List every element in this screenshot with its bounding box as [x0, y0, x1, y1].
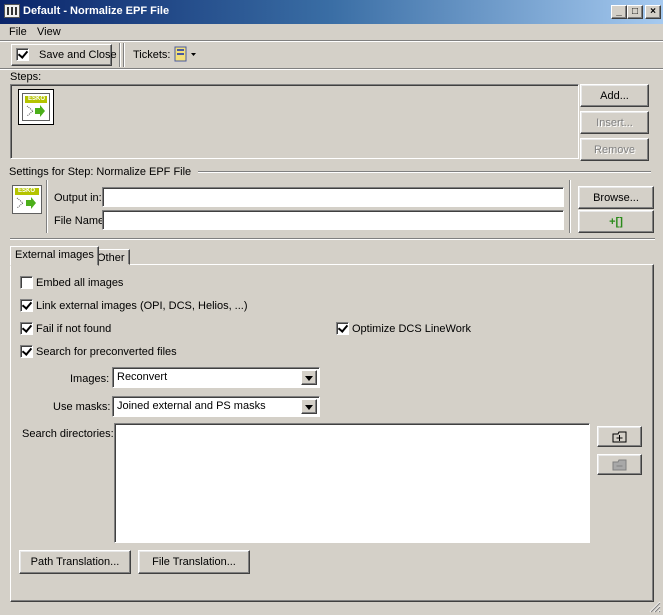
add-folder-icon [612, 431, 626, 442]
images-select[interactable]: Reconvert [112, 367, 320, 388]
search-directories-list[interactable] [114, 423, 590, 543]
insert-step-button[interactable]: Insert... [580, 111, 649, 134]
settings-header-divider [198, 171, 651, 173]
settings-icon-divider [46, 180, 48, 233]
embed-all-images-checkbox[interactable] [20, 276, 33, 289]
search-directories-label: Search directories: [22, 428, 114, 440]
link-external-images-label: Link external images (OPI, DCS, Helios, … [36, 300, 248, 312]
step-normalize-epf[interactable]: ESKO [18, 89, 54, 125]
save-check-icon [16, 48, 29, 61]
steps-label: Steps: [10, 71, 42, 83]
fail-if-not-found-checkbox[interactable] [20, 322, 33, 335]
menu-file[interactable]: File [9, 26, 27, 38]
toolbar-divider [119, 43, 121, 67]
toolbar-bottom-divider [0, 68, 663, 70]
resize-grip-icon[interactable] [648, 600, 661, 613]
search-preconverted-label: Search for preconverted files [36, 346, 177, 358]
use-masks-label: Use masks: [53, 401, 111, 413]
remove-directory-button[interactable] [597, 454, 642, 475]
output-in-label: Output in: [54, 192, 102, 204]
chevron-down-icon[interactable] [301, 370, 317, 385]
link-external-images-checkbox[interactable] [20, 299, 33, 312]
save-and-close-button[interactable]: Save and Close [11, 44, 117, 66]
search-preconverted-checkbox[interactable] [20, 345, 33, 358]
optimize-dcs-checkbox[interactable] [336, 322, 349, 335]
optimize-dcs-label: Optimize DCS LineWork [352, 323, 471, 335]
chevron-down-icon[interactable] [301, 399, 317, 414]
close-button[interactable]: × [645, 5, 661, 19]
tab-external-images[interactable]: External images [10, 246, 99, 266]
ticket-icon [174, 46, 196, 62]
embed-all-images-label: Embed all images [36, 277, 124, 289]
tickets-label: Tickets: [133, 49, 171, 61]
file-translation-button[interactable]: File Translation... [138, 550, 250, 574]
settings-fields-divider [569, 180, 571, 233]
title-bar[interactable]: Default - Normalize EPF File _ □ × [0, 0, 663, 24]
maximize-button[interactable]: □ [627, 5, 643, 19]
menu-view[interactable]: View [37, 26, 61, 38]
path-translation-button[interactable]: Path Translation... [19, 550, 131, 574]
steps-list[interactable]: ESKO [10, 84, 579, 159]
app-icon [4, 4, 20, 18]
smartname-button[interactable]: +[] [578, 210, 654, 233]
browse-button[interactable]: Browse... [578, 186, 654, 209]
file-name-field[interactable] [102, 210, 564, 230]
remove-folder-icon [612, 459, 626, 470]
file-name-label: File Name: [54, 215, 108, 227]
tickets-dropdown[interactable] [174, 46, 198, 62]
window-title: Default - Normalize EPF File [23, 5, 170, 17]
images-select-value: Reconvert [117, 371, 168, 383]
use-masks-select-value: Joined external and PS masks [117, 400, 266, 412]
images-label: Images: [70, 373, 110, 385]
normalize-step-icon: ESKO [22, 93, 50, 121]
fail-if-not-found-label: Fail if not found [36, 323, 112, 335]
add-step-button[interactable]: Add... [580, 84, 649, 107]
minimize-button[interactable]: _ [611, 5, 627, 19]
save-and-close-label: Save and Close [39, 49, 117, 61]
use-masks-select[interactable]: Joined external and PS masks [112, 396, 320, 417]
menu-divider [0, 40, 663, 42]
settings-step-icon: ESKO [12, 185, 42, 214]
remove-step-button[interactable]: Remove [580, 138, 649, 161]
add-directory-button[interactable] [597, 426, 642, 447]
settings-header: Settings for Step: Normalize EPF File [9, 166, 192, 178]
toolbar-divider-2 [123, 43, 125, 67]
output-in-field[interactable] [102, 187, 564, 207]
settings-bottom-divider [10, 238, 655, 240]
